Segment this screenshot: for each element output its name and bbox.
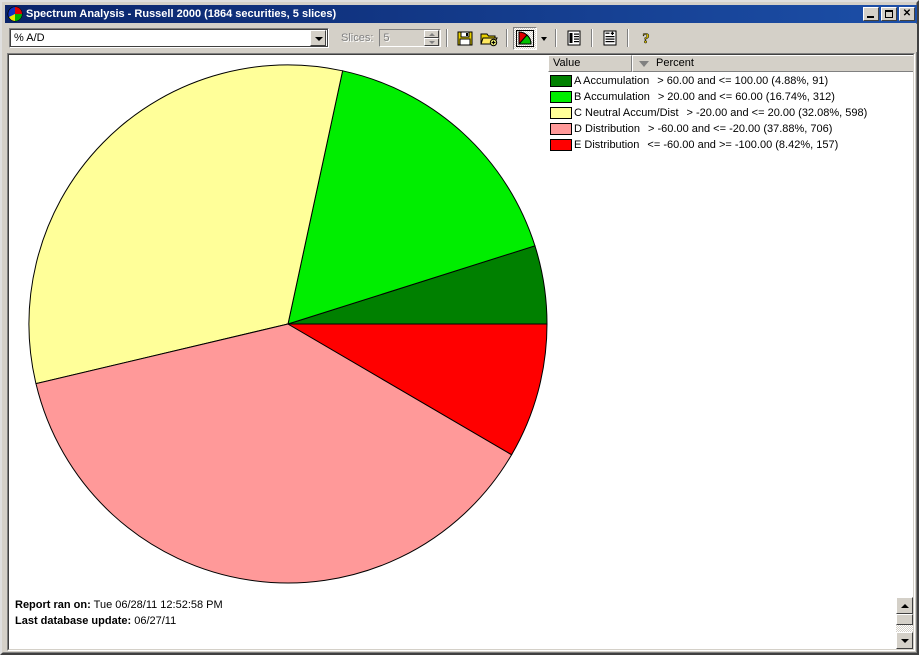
floppy-disk-icon [457,31,473,46]
toolbar: % A/D Slices: 5 ? [5,24,917,52]
list-report-icon [567,30,581,46]
legend-row-label: D Distribution [574,123,641,135]
legend-row-label: E Distribution [574,139,640,151]
legend-row-description: > -60.00 and <= -20.00 (37.88%, 706) [648,123,833,135]
application-window: Spectrum Analysis - Russell 2000 (1864 s… [0,0,919,655]
legend-row[interactable]: C Neutral Accum/Dist > -20.00 and <= 20.0… [548,105,913,121]
toolbar-separator [555,29,558,47]
close-icon: ✕ [902,8,912,19]
minimize-button[interactable] [863,7,879,21]
question-mark-icon: ? [642,31,651,46]
maximize-icon [882,8,896,20]
legend-row[interactable]: E Distribution <= -60.00 and >= -100.00 (… [548,137,913,153]
scrollbar-thumb[interactable] [896,614,913,625]
help-button[interactable]: ? [634,27,658,50]
pie-chart-icon [516,29,535,47]
legend-column-value[interactable]: Value [548,55,632,72]
pie-chart-app-icon [7,6,23,22]
close-button[interactable]: ✕ [899,7,915,21]
last-update-label: Last database update: [15,615,132,627]
scroll-up-button[interactable] [896,597,913,614]
report-footer: Report ran on: Tue 06/28/11 12:52:58 PM … [15,597,223,629]
legend-panel: Value Percent A Accumulation > 60.00 and … [548,55,913,157]
open-report-button[interactable] [477,27,501,50]
list-view-button[interactable] [562,27,586,50]
vertical-scrollbar[interactable] [896,597,913,649]
toolbar-separator [591,29,594,47]
legend-row[interactable]: D Distribution > -60.00 and <= -20.00 (37… [548,121,913,137]
legend-color-swatch [550,91,572,103]
report-plus-icon [603,30,617,46]
metric-select[interactable]: % A/D [9,28,329,48]
legend-row-description: > -20.00 and <= 20.00 (32.08%, 598) [686,107,868,119]
legend-color-swatch [550,75,572,87]
save-report-button[interactable] [453,27,477,50]
metric-select-value: % A/D [14,32,45,44]
legend-row-label: C Neutral Accum/Dist [574,107,679,119]
window-inner-frame: Spectrum Analysis - Russell 2000 (1864 s… [2,2,917,653]
add-report-button[interactable] [598,27,622,50]
report-content-area: Value Percent A Accumulation > 60.00 and … [7,53,915,651]
slices-decrement-button[interactable] [424,38,440,46]
report-ran-value: Tue 06/28/11 12:52:58 PM [93,599,223,611]
scroll-down-button[interactable] [896,632,913,649]
legend-rows: A Accumulation > 60.00 and <= 100.00 (4.8… [548,72,913,153]
toolbar-separator [506,29,509,47]
slices-increment-button[interactable] [424,30,440,38]
title-bar[interactable]: Spectrum Analysis - Russell 2000 (1864 s… [5,5,917,23]
last-update-line: Last database update: 06/27/11 [15,613,223,629]
legend-row-description: <= -60.00 and >= -100.00 (8.42%, 157) [647,139,839,151]
legend-color-swatch [550,139,572,151]
maximize-button[interactable] [881,7,897,21]
open-folder-plus-icon [480,33,499,47]
pie-chart-svg [28,64,548,584]
legend-row[interactable]: B Accumulation > 20.00 and <= 60.00 (16.7… [548,89,913,105]
pie-chart-view-button[interactable] [513,26,538,50]
legend-row[interactable]: A Accumulation > 60.00 and <= 100.00 (4.8… [548,73,913,89]
window-controls: ✕ [863,7,916,21]
pie-chart[interactable] [9,55,549,600]
legend-row-label: A Accumulation [574,75,650,87]
slices-value: 5 [383,32,390,44]
report-ran-label: Report ran on: [15,599,91,611]
chart-type-dropdown-button[interactable] [537,27,550,50]
report-canvas: Value Percent A Accumulation > 60.00 and … [8,54,914,650]
svg-text:?: ? [643,31,651,46]
slices-stepper[interactable]: 5 [379,29,442,47]
report-ran-line: Report ran on: Tue 06/28/11 12:52:58 PM [15,597,223,613]
legend-color-swatch [550,123,572,135]
chevron-down-icon[interactable] [310,30,326,46]
legend-row-description: > 60.00 and <= 100.00 (4.88%, 91) [657,75,829,87]
minimize-icon [864,8,878,20]
toolbar-separator [446,29,449,47]
slices-label: Slices: [341,32,374,44]
slices-stepper-buttons [424,30,440,46]
window-title: Spectrum Analysis - Russell 2000 (1864 s… [26,8,337,20]
legend-column-value-label: Value [553,57,581,69]
legend-column-percent-label: Percent [656,57,694,69]
sort-descending-icon [639,60,649,67]
legend-column-percent[interactable]: Percent [632,55,913,72]
toolbar-separator [627,29,630,47]
last-update-value: 06/27/11 [134,615,177,627]
legend-row-label: B Accumulation [574,91,650,103]
legend-header: Value Percent [548,55,913,72]
legend-color-swatch [550,107,572,119]
legend-row-description: > 20.00 and <= 60.00 (16.74%, 312) [657,91,835,103]
